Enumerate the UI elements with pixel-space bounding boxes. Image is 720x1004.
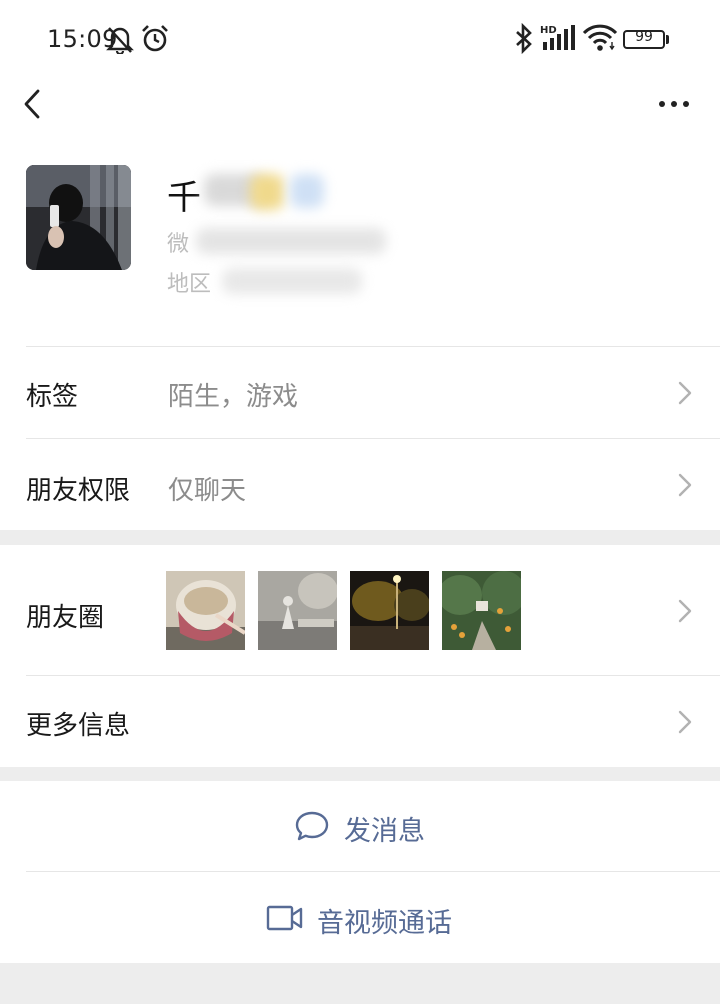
bell-off-icon xyxy=(106,27,134,54)
alarm-icon xyxy=(142,25,168,52)
profile-name-text: 千 xyxy=(167,178,201,218)
more-info-row[interactable]: 更多信息 xyxy=(0,675,720,767)
moments-thumbnail xyxy=(442,571,521,650)
tags-value: 陌生，游戏 xyxy=(168,382,299,412)
friend-permissions-row[interactable]: 朋友权限 仅聊天 xyxy=(0,438,720,530)
profile-name: 千 xyxy=(167,170,201,219)
chat-bubble-icon xyxy=(295,811,329,841)
moments-thumbnail xyxy=(166,571,245,650)
chevron-right-icon xyxy=(678,599,692,623)
moments-label: 朋友圈 xyxy=(26,603,105,633)
hd-signal-icon: HD xyxy=(540,25,575,50)
chevron-right-icon xyxy=(678,473,692,497)
nav-bar xyxy=(0,76,720,140)
profile-header: 千 微 地区 xyxy=(0,140,720,346)
chevron-right-icon xyxy=(678,381,692,405)
battery-level: 99 xyxy=(635,29,653,45)
divider xyxy=(26,346,720,347)
bluetooth-icon xyxy=(516,23,532,55)
permissions-label: 朋友权限 xyxy=(26,476,131,506)
chevron-left-icon[interactable] xyxy=(16,82,56,126)
region-label: 地区 xyxy=(167,272,212,297)
wechat-id: 微 xyxy=(167,226,189,258)
wifi-icon xyxy=(582,24,618,51)
region: 地区 xyxy=(167,266,211,298)
permissions-value: 仅聊天 xyxy=(168,476,247,506)
more-dots-icon[interactable] xyxy=(652,90,696,118)
moments-row[interactable]: 朋友圈 xyxy=(0,545,720,675)
name-redaction-emoji xyxy=(250,174,284,210)
wechat-id-redaction xyxy=(196,228,386,254)
divider xyxy=(26,438,720,439)
moments-thumbnail xyxy=(258,571,337,650)
tags-row[interactable]: 标签 陌生，游戏 xyxy=(0,346,720,438)
voice-video-call-label: 音视频通话 xyxy=(317,908,452,939)
more-info-label: 更多信息 xyxy=(26,711,131,741)
voice-video-call-button[interactable]: 音视频通话 xyxy=(0,871,720,963)
region-redaction xyxy=(222,268,362,294)
send-message-button[interactable]: 发消息 xyxy=(0,781,720,871)
tags-label: 标签 xyxy=(26,382,79,412)
send-message-label: 发消息 xyxy=(344,816,425,847)
name-redaction-emoji-2 xyxy=(290,174,324,208)
moments-thumbnail xyxy=(350,571,429,650)
svg-text:HD: HD xyxy=(540,25,557,36)
wechat-id-label: 微 xyxy=(167,232,190,257)
battery-icon: 99 xyxy=(623,29,665,49)
status-bar: 15:09 HD 99 xyxy=(0,0,720,76)
divider xyxy=(26,871,720,872)
chevron-right-icon xyxy=(678,710,692,734)
battery-tip xyxy=(666,35,669,44)
divider xyxy=(26,675,720,676)
avatar[interactable] xyxy=(26,165,131,270)
avatar-photo xyxy=(26,165,131,270)
video-camera-icon xyxy=(266,905,303,931)
